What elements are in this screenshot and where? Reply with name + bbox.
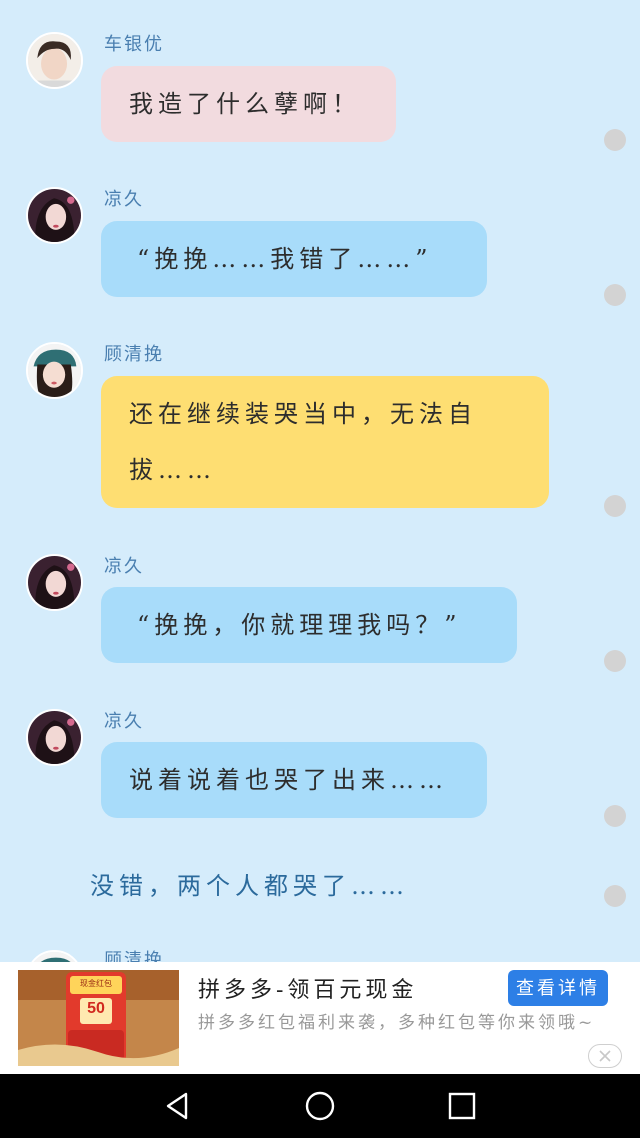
message-dot[interactable]: [604, 650, 626, 672]
system-navbar: [0, 1074, 640, 1138]
ad-description: 拼多多红包福利来袭，多种红包等你来领哦~: [198, 1013, 596, 1033]
ad-close-button[interactable]: [588, 1044, 622, 1068]
recents-square-icon[interactable]: [446, 1090, 478, 1122]
message-bubble[interactable]: “挽挽……我错了……”: [101, 221, 487, 297]
sender-name: 凉久: [104, 711, 144, 732]
chat-area[interactable]: 车银优 我造了什么孽啊！ 凉久 “挽挽……我错了……” 顾清挽 还在继续装哭当中…: [0, 0, 640, 962]
avatar[interactable]: [26, 709, 83, 766]
message-bubble[interactable]: 我造了什么孽啊！: [101, 66, 396, 142]
ad-badge-label: 现金红包: [80, 979, 112, 988]
message-bubble[interactable]: 还在继续装哭当中，无法自 拔……: [101, 376, 549, 508]
narration-text: 没错，两个人都哭了……: [90, 872, 409, 900]
message-dot[interactable]: [604, 284, 626, 306]
avatar[interactable]: [26, 950, 83, 962]
ad-image[interactable]: 现金红包 50: [18, 970, 179, 1066]
message-bubble[interactable]: “挽挽，你就理理我吗？”: [101, 587, 517, 663]
message-dot[interactable]: [604, 805, 626, 827]
sender-name: 凉久: [104, 556, 144, 577]
message-dot[interactable]: [604, 885, 626, 907]
message-bubble[interactable]: 说着说着也哭了出来……: [101, 742, 487, 818]
back-triangle-icon[interactable]: [162, 1090, 194, 1122]
sender-name: 顾清挽: [104, 344, 164, 365]
sender-name: 凉久: [104, 189, 144, 210]
sender-name: 车银优: [104, 34, 164, 55]
avatar[interactable]: [26, 187, 83, 244]
close-icon: [599, 1050, 611, 1062]
message-dot[interactable]: [604, 129, 626, 151]
avatar[interactable]: [26, 342, 83, 399]
home-circle-icon[interactable]: [304, 1090, 336, 1122]
ad-title[interactable]: 拼多多-领百元现金: [198, 972, 417, 1004]
message-text-line: 还在继续装哭当中，无法自: [129, 400, 477, 428]
message-text-line: 拔……: [129, 456, 216, 484]
ad-details-button[interactable]: 查看详情: [508, 970, 608, 1006]
ad-badge-value: 50: [87, 1000, 105, 1017]
avatar[interactable]: [26, 554, 83, 611]
message-dot[interactable]: [604, 495, 626, 517]
sender-name: 顾清挽: [104, 950, 164, 962]
avatar[interactable]: [26, 32, 83, 89]
